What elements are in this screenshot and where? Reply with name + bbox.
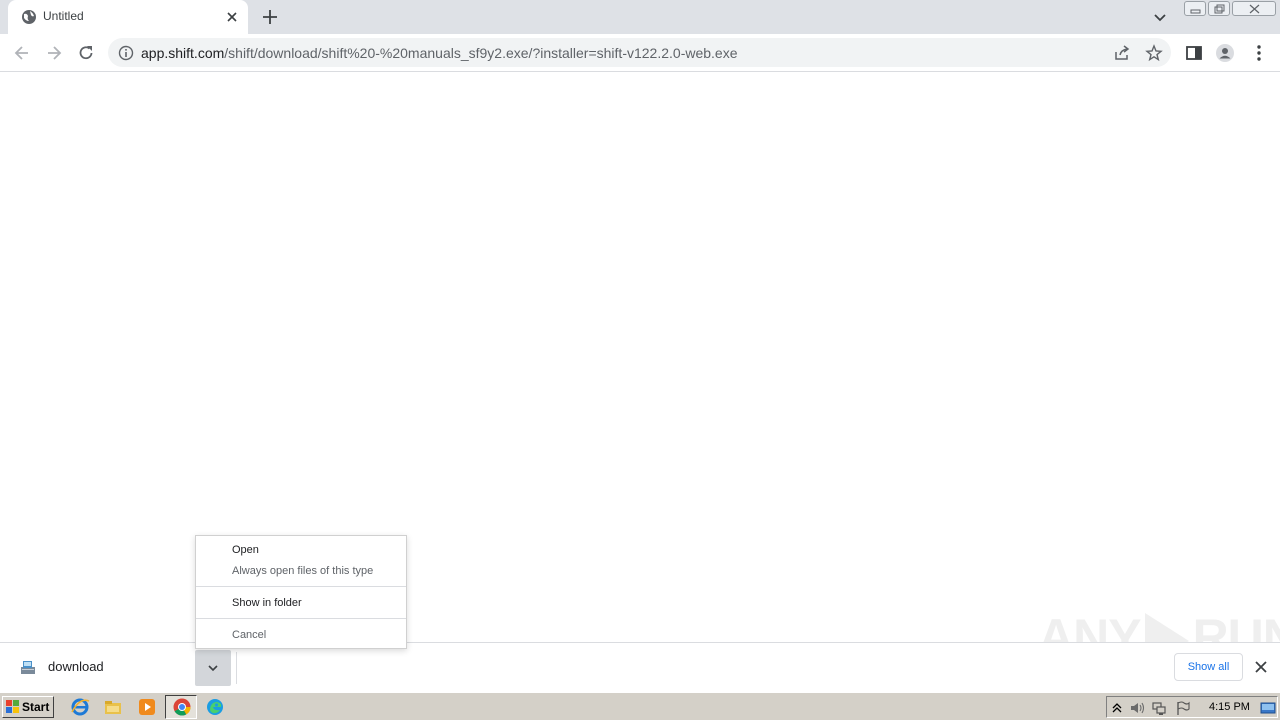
shelf-divider [236,652,237,684]
menu-item-always-open[interactable]: Always open files of this type [232,565,373,577]
show-desktop-icon[interactable] [1260,700,1276,716]
network-icon[interactable] [1151,700,1167,716]
download-context-menu: Open Always open files of this type Show… [195,535,407,649]
restore-button[interactable] [1208,1,1230,16]
close-tab-icon[interactable] [224,9,240,25]
download-shelf: download Show all [0,642,1280,692]
menu-separator [196,618,406,619]
explorer-icon[interactable] [103,697,123,717]
close-window-button[interactable] [1232,1,1276,16]
system-tray: 4:15 PM [1106,696,1278,718]
url-path: /shift/download/shift%20-%20manuals_sf9y… [224,45,738,61]
url-host: app.shift.com [141,45,225,61]
start-button[interactable]: Start [2,696,54,718]
back-arrow-icon[interactable] [12,43,32,63]
address-bar[interactable]: app.shift.com/shift/download/shift%20-%2… [108,38,1171,67]
chrome-taskbar-button[interactable] [165,695,197,719]
taskbar-clock: 4:15 PM [1209,701,1250,713]
bookmark-star-icon[interactable] [1145,44,1163,62]
volume-icon[interactable] [1129,700,1145,716]
windows-taskbar: Start 4:15 PM [0,692,1280,720]
tab-title: Untitled [43,9,84,23]
menu-item-show-in-folder[interactable]: Show in folder [232,597,302,609]
close-shelf-icon[interactable] [1254,660,1268,674]
installer-file-icon[interactable] [19,658,37,676]
chevron-down-icon [208,665,218,672]
reload-icon[interactable] [76,43,96,63]
menu-kebab-icon[interactable] [1249,43,1269,63]
new-tab-icon[interactable] [259,6,281,28]
restore-icon [1214,4,1225,14]
profile-avatar-icon[interactable] [1215,43,1235,63]
forward-arrow-icon[interactable] [44,43,64,63]
action-center-flag-icon[interactable] [1175,700,1191,716]
info-icon[interactable] [118,45,134,61]
tab-untitled[interactable]: Untitled [8,0,248,34]
minimize-icon [1190,9,1201,14]
menu-separator [196,586,406,587]
close-icon [1249,4,1260,14]
minimize-button[interactable] [1184,1,1206,16]
download-options-button[interactable] [195,650,231,686]
side-panel-icon[interactable] [1184,43,1204,63]
tab-strip: Untitled [0,0,1280,34]
start-label: Start [22,700,50,714]
show-hidden-icons-icon[interactable] [1109,700,1125,716]
menu-item-open[interactable]: Open [232,544,259,556]
tab-search-chevron-icon[interactable] [1151,8,1169,26]
url-text[interactable]: app.shift.com/shift/download/shift%20-%2… [141,45,738,61]
page-content [0,72,1280,642]
show-all-button[interactable]: Show all [1174,653,1243,681]
windows-logo-icon [6,700,19,713]
menu-item-cancel[interactable]: Cancel [232,629,266,641]
download-file-name[interactable]: download [48,659,104,674]
globe-icon [22,10,36,24]
edge-icon[interactable] [205,697,225,717]
chrome-icon [173,698,191,716]
ie-icon[interactable] [70,697,90,717]
share-icon[interactable] [1113,44,1131,62]
browser-toolbar: app.shift.com/shift/download/shift%20-%2… [0,34,1280,72]
media-player-icon[interactable] [137,697,157,717]
